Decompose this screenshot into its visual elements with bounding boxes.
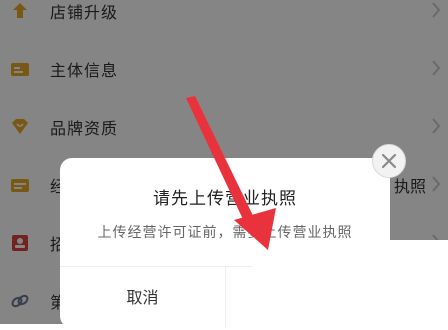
close-button[interactable] (372, 144, 406, 178)
glare-patch (252, 240, 448, 324)
close-icon (381, 153, 397, 169)
dialog-title: 请先上传营业执照 (153, 189, 297, 209)
dialog-message: 上传经营许可证前，需要上传营业执照 (97, 225, 353, 241)
cancel-button[interactable]: 取消 (60, 267, 226, 328)
